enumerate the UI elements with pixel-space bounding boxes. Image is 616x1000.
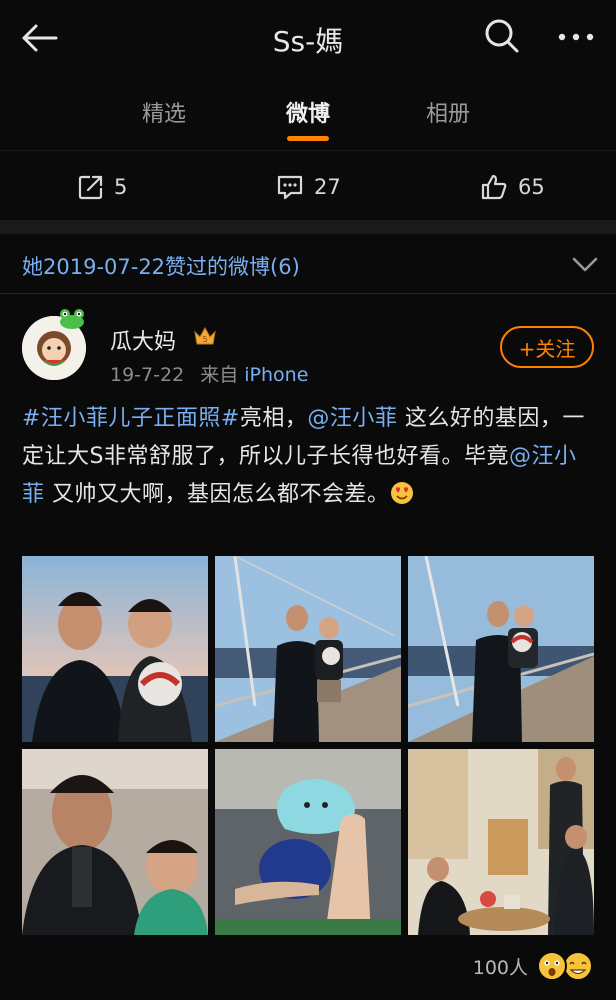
post-text-segment: 亮相，: [239, 406, 308, 431]
repost-count: 5: [114, 175, 128, 199]
like-button[interactable]: 65: [480, 173, 545, 201]
author-name[interactable]: 瓜大妈: [110, 324, 176, 356]
post-photo[interactable]: [22, 556, 208, 742]
like-count: 65: [518, 175, 545, 199]
source-prefix: 来自: [200, 364, 239, 386]
more-button[interactable]: [554, 16, 598, 56]
liked-posts-title: 她2019-07-22赞过的微博(6): [22, 255, 300, 279]
repost-button[interactable]: 5: [78, 173, 127, 201]
family-living-room-photo: [408, 749, 594, 935]
mention-link[interactable]: @汪小菲: [307, 406, 397, 431]
repost-icon: [78, 175, 103, 200]
man-holding-boy-railing-photo: [408, 556, 594, 742]
chevron-down-icon: [572, 257, 598, 272]
reactions-count: 100人: [472, 956, 528, 979]
man-and-boy-closeup-photo: [22, 749, 208, 935]
thumbs-up-icon: [481, 174, 507, 200]
post-photo[interactable]: [408, 556, 594, 742]
comment-icon: [277, 175, 303, 200]
man-and-boy-sunset-photo: [22, 556, 208, 742]
tab-weibo[interactable]: 微博: [248, 96, 368, 128]
follow-button[interactable]: +关注: [500, 326, 594, 368]
post-photo[interactable]: [408, 749, 594, 935]
more-dots-icon: [558, 33, 594, 41]
man-holding-boy-ship-deck-photo: [215, 556, 401, 742]
weibo-post: 瓜大妈 5 19-7-22 来自 iPhone +关注 #汪小菲儿子正面照#亮相…: [0, 294, 616, 1000]
liked-posts-header[interactable]: 她2019-07-22赞过的微博(6): [0, 234, 616, 294]
active-tab-indicator: [287, 136, 329, 141]
tab-featured[interactable]: 精选: [104, 96, 224, 128]
heart-eyes-emoji-icon: [390, 482, 413, 504]
page-title: Ss-媽: [272, 25, 344, 58]
member-crown-icon: 5: [194, 326, 216, 345]
svg-text:5: 5: [202, 335, 207, 344]
post-source: iPhone: [244, 364, 309, 386]
profile-tabs: 精选 微博 相册: [0, 76, 616, 150]
reaction-emojis-icon: [537, 951, 593, 981]
tab-album[interactable]: 相册: [388, 96, 508, 128]
stats-row: 5 27 65: [0, 150, 616, 220]
search-icon: [485, 19, 519, 53]
reactions-summary[interactable]: 100人: [473, 948, 594, 984]
post-text: #汪小菲儿子正面照#亮相，@汪小菲 这么好的基因，一定让大S非常舒服了，所以儿子…: [22, 400, 598, 514]
search-button[interactable]: [482, 16, 522, 56]
post-text-segment: 又帅又大啊，基因怎么都不会差。: [44, 482, 390, 507]
frog-badge-icon: [60, 309, 84, 329]
comment-count: 27: [314, 175, 341, 199]
post-photo[interactable]: [22, 749, 208, 935]
section-divider: [0, 220, 616, 234]
post-photo[interactable]: [215, 749, 401, 935]
hashtag-link[interactable]: #汪小菲儿子正面照#: [22, 406, 240, 431]
comment-button[interactable]: 27: [276, 173, 341, 201]
post-date: 19-7-22: [110, 364, 185, 386]
legs-on-sofa-photo: [215, 749, 401, 935]
post-meta: 19-7-22 来自 iPhone: [110, 360, 308, 387]
top-bar: Ss-媽: [0, 0, 616, 76]
post-photo[interactable]: [215, 556, 401, 742]
